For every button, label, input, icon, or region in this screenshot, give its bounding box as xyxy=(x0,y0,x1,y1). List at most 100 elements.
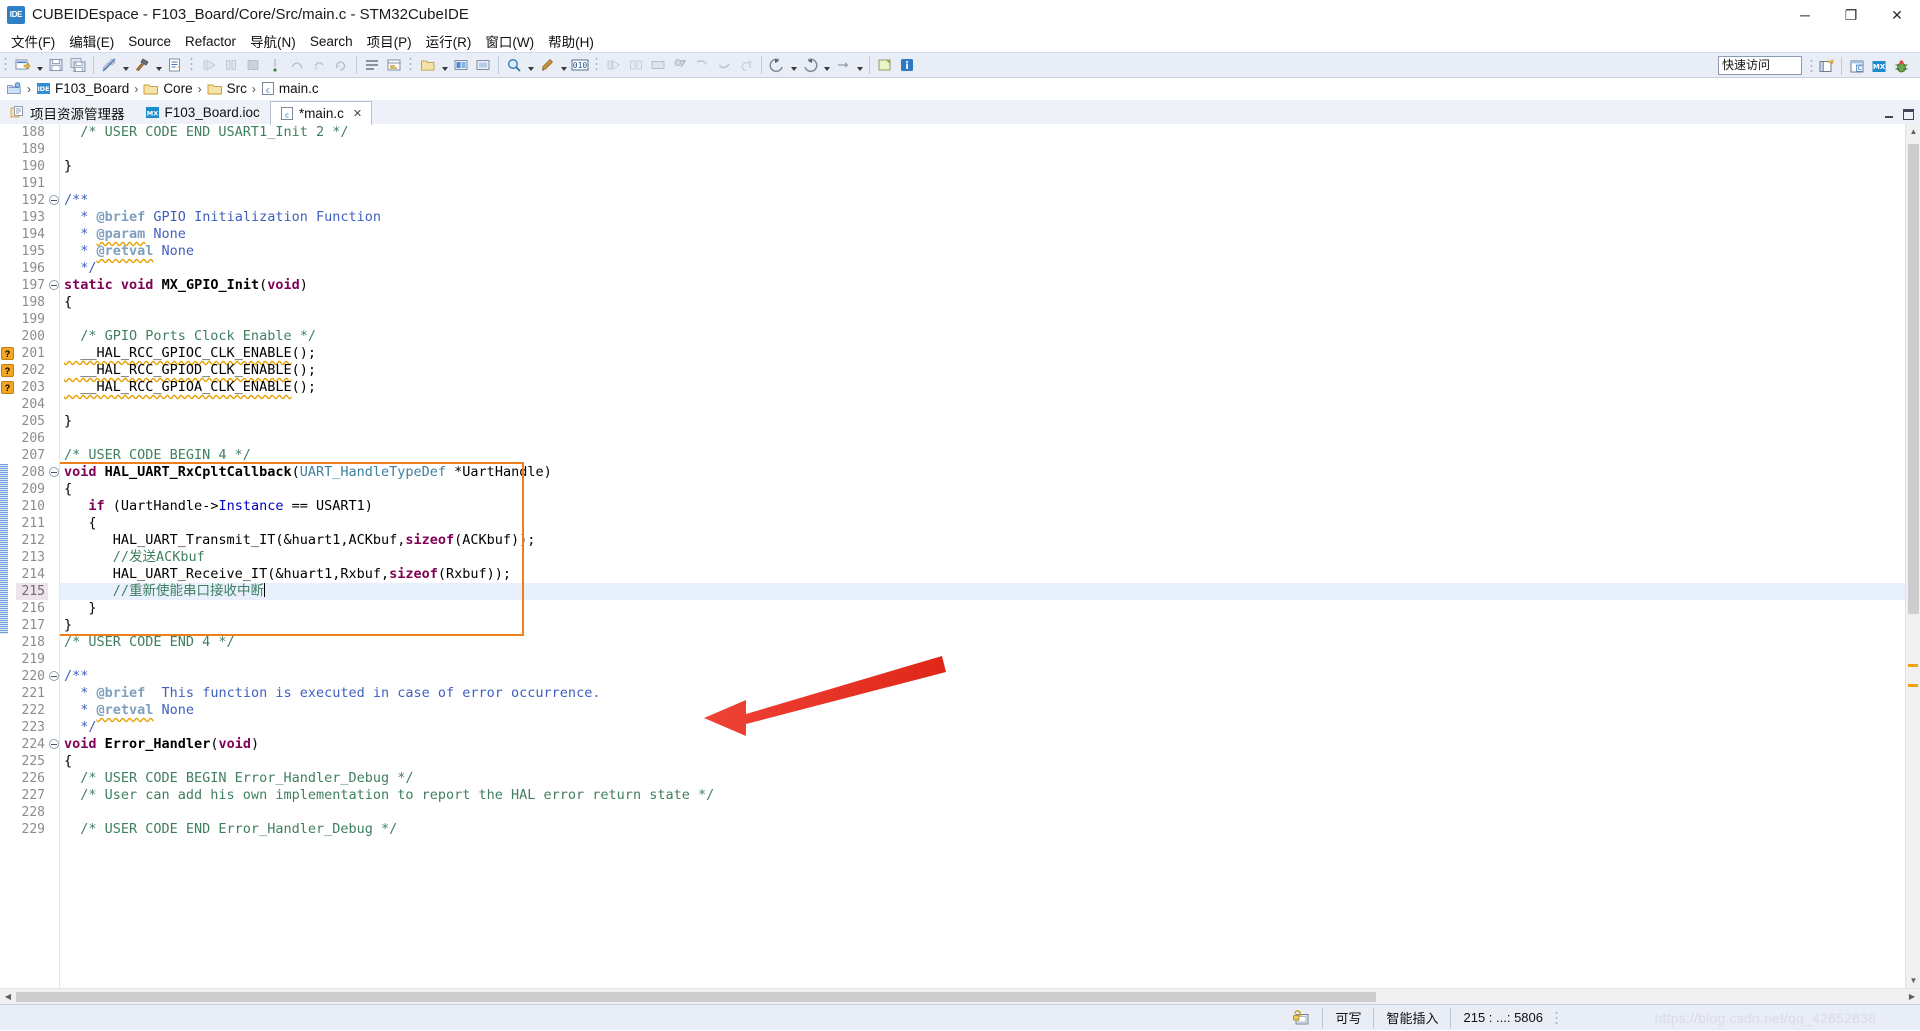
binary-icon[interactable]: 010 xyxy=(569,54,591,76)
code-line[interactable]: { xyxy=(64,515,97,532)
open-folder-icon[interactable] xyxy=(417,54,439,76)
build-hammer-dropdown-arrow[interactable] xyxy=(153,54,164,76)
open-element-icon[interactable] xyxy=(383,54,405,76)
breadcrumb-item-file[interactable]: c main.c xyxy=(261,81,319,96)
editor-marker-bar[interactable]: ??? xyxy=(0,124,16,988)
device-config-perspective-icon[interactable]: MX xyxy=(1868,55,1890,77)
minimize-button[interactable]: ─ xyxy=(1782,0,1828,30)
code-line[interactable]: } xyxy=(64,413,72,430)
build-hammer-icon[interactable] xyxy=(131,54,153,76)
warning-marker-icon[interactable]: ? xyxy=(1,364,14,377)
fold-collapse-icon[interactable] xyxy=(49,671,59,681)
debug-config-icon[interactable] xyxy=(536,54,558,76)
terminate-icon[interactable] xyxy=(242,54,264,76)
toolbar-grip-2[interactable] xyxy=(190,56,195,74)
menu-refactor[interactable]: Refactor xyxy=(178,32,243,51)
restart-icon[interactable] xyxy=(330,54,352,76)
minimize-view-icon[interactable] xyxy=(1884,109,1895,120)
quick-access-input[interactable]: 快速访问 xyxy=(1718,56,1802,75)
code-line[interactable]: //发送ACKbuf xyxy=(64,549,205,566)
writable-lock-icon[interactable] xyxy=(1280,1005,1322,1031)
menu-file[interactable]: 文件(F) xyxy=(4,29,62,53)
code-line[interactable]: /** xyxy=(64,668,88,685)
code-line[interactable]: HAL_UART_Transmit_IT(&huart1,ACKbuf,size… xyxy=(64,532,535,549)
pin-editor-icon[interactable] xyxy=(874,54,896,76)
step-over-icon[interactable] xyxy=(286,54,308,76)
toolbar-grip-3[interactable] xyxy=(409,56,414,74)
resume-icon[interactable] xyxy=(198,54,220,76)
code-line[interactable]: __HAL_RCC_GPIOA_CLK_ENABLE(); xyxy=(64,379,316,396)
toolbar-grip-4[interactable] xyxy=(595,56,600,74)
history-forward-icon[interactable] xyxy=(832,54,854,76)
tab-ioc-file[interactable]: MX F103_Board.ioc xyxy=(135,100,270,124)
code-line[interactable]: /* USER CODE END Error_Handler_Debug */ xyxy=(64,821,397,838)
step-into-icon[interactable] xyxy=(264,54,286,76)
forward-icon[interactable] xyxy=(799,54,821,76)
search-dropdown-arrow[interactable] xyxy=(525,54,536,76)
breadcrumb-item-core[interactable]: Core xyxy=(143,81,192,96)
code-line[interactable]: HAL_UART_Receive_IT(&huart1,Rxbuf,sizeof… xyxy=(64,566,511,583)
close-button[interactable]: ✕ xyxy=(1874,0,1920,30)
scroll-up-arrow[interactable]: ▲ xyxy=(1906,124,1920,139)
code-line[interactable]: //重新使能串口接收中断 xyxy=(64,583,265,600)
fold-collapse-icon[interactable] xyxy=(49,195,59,205)
toggle-marker-icon[interactable] xyxy=(361,54,383,76)
toolbar-grip-1[interactable] xyxy=(4,56,9,74)
fold-collapse-icon[interactable] xyxy=(49,467,59,477)
code-line[interactable]: * @retval None xyxy=(64,702,194,719)
horizontal-scroll-track[interactable] xyxy=(16,989,1904,1005)
build-disabled-icon[interactable] xyxy=(98,54,120,76)
new-source-file-icon[interactable] xyxy=(164,54,186,76)
menu-search[interactable]: Search xyxy=(303,32,360,51)
build-dropdown-arrow[interactable] xyxy=(120,54,131,76)
code-line[interactable]: /* USER CODE END 4 */ xyxy=(64,634,235,651)
code-line[interactable]: } xyxy=(64,617,72,634)
last-edit-location-icon[interactable] xyxy=(735,54,757,76)
run-group-icon-2[interactable] xyxy=(625,54,647,76)
open-perspective-icon[interactable] xyxy=(1815,55,1837,77)
code-line[interactable]: static void MX_GPIO_Init(void) xyxy=(64,277,308,294)
step-return-icon[interactable] xyxy=(308,54,330,76)
warning-marker-icon[interactable]: ? xyxy=(1,381,14,394)
debug-config-dropdown-arrow[interactable] xyxy=(558,54,569,76)
c-cpp-perspective-icon[interactable]: C xyxy=(1846,55,1868,77)
close-icon[interactable]: ✕ xyxy=(353,107,362,120)
save-icon[interactable] xyxy=(45,54,67,76)
scroll-right-arrow[interactable]: ▶ xyxy=(1904,989,1920,1005)
code-line[interactable]: void HAL_UART_RxCpltCallback(UART_Handle… xyxy=(64,464,552,481)
tab-main-c[interactable]: c *main.c ✕ xyxy=(270,101,372,125)
open-folder-dropdown-arrow[interactable] xyxy=(439,54,450,76)
back-icon[interactable] xyxy=(766,54,788,76)
scroll-left-arrow[interactable]: ◀ xyxy=(0,989,16,1005)
run-group-icon-3[interactable] xyxy=(647,54,669,76)
code-editor[interactable]: ??? 188189190191192193194195196197198199… xyxy=(0,124,1920,988)
overview-marker-warning-2[interactable] xyxy=(1908,684,1918,687)
code-line[interactable]: /** xyxy=(64,192,88,209)
fold-collapse-icon[interactable] xyxy=(49,280,59,290)
menu-source[interactable]: Source xyxy=(121,32,178,51)
code-line[interactable]: { xyxy=(64,294,72,311)
code-line[interactable]: __HAL_RCC_GPIOD_CLK_ENABLE(); xyxy=(64,362,316,379)
new-file-icon[interactable] xyxy=(12,54,34,76)
code-folding-bar[interactable] xyxy=(48,124,60,988)
code-text-area[interactable]: /* USER CODE END USART1_Init 2 */} /** * … xyxy=(60,124,1905,988)
project-root-icon[interactable] xyxy=(6,81,22,97)
debug-perspective-icon[interactable] xyxy=(1890,55,1912,77)
code-line[interactable]: /* USER CODE END USART1_Init 2 */ xyxy=(64,124,348,141)
code-line[interactable]: * @param None xyxy=(64,226,186,243)
new-file-dropdown-arrow[interactable] xyxy=(34,54,45,76)
maximize-button[interactable]: ❐ xyxy=(1828,0,1874,30)
code-line[interactable]: } xyxy=(64,600,97,617)
next-annotation-icon[interactable] xyxy=(691,54,713,76)
code-line[interactable]: /* User can add his own implementation t… xyxy=(64,787,714,804)
breadcrumb-item-project[interactable]: IDE F103_Board xyxy=(36,81,129,96)
code-line[interactable]: * @brief GPIO Initialization Function xyxy=(64,209,381,226)
code-line[interactable]: /* USER CODE BEGIN Error_Handler_Debug *… xyxy=(64,770,414,787)
status-grip[interactable] xyxy=(1555,1010,1560,1026)
menu-help[interactable]: 帮助(H) xyxy=(541,29,601,53)
code-line[interactable]: { xyxy=(64,753,72,770)
code-line[interactable]: { xyxy=(64,481,72,498)
horizontal-scrollbar[interactable]: ◀ ▶ xyxy=(0,988,1920,1004)
code-line[interactable]: } xyxy=(64,158,72,175)
menu-project[interactable]: 项目(P) xyxy=(360,29,419,53)
